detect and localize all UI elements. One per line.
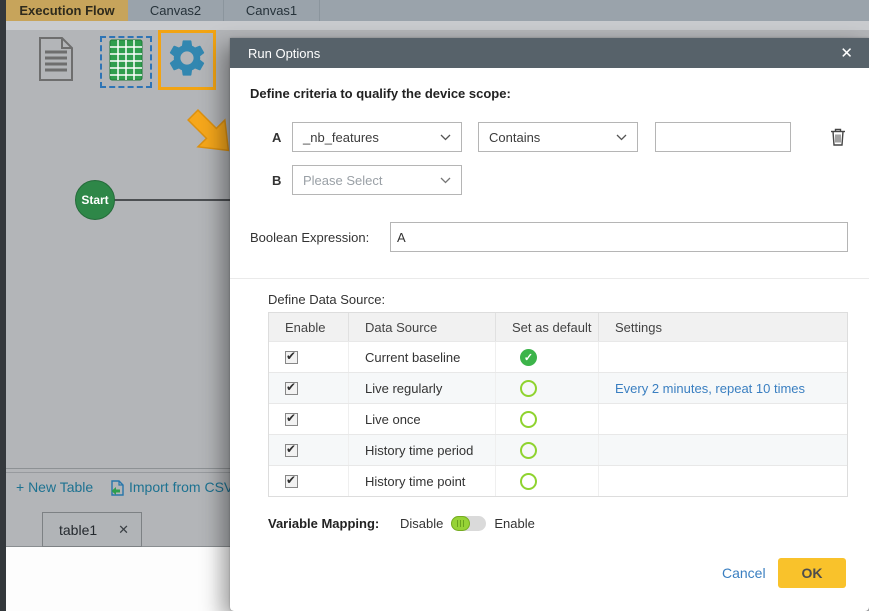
column-header-data-source: Data Source xyxy=(349,313,496,341)
annotation-arrow-icon xyxy=(183,106,237,169)
settings-cell xyxy=(599,342,847,372)
table1-tab-label: table1 xyxy=(59,522,97,538)
settings-link[interactable]: Every 2 minutes, repeat 10 times xyxy=(615,381,805,396)
criteria-row-b-label: B xyxy=(272,173,281,188)
dialog-header: Run Options ✕ xyxy=(230,38,869,68)
gear-icon xyxy=(165,36,209,85)
criteria-row-a-label: A xyxy=(272,130,281,145)
column-header-enable: Enable xyxy=(269,313,349,341)
toggle-knob xyxy=(451,516,470,531)
set-default-radio[interactable] xyxy=(520,411,537,428)
operator-select-a-value: Contains xyxy=(489,130,540,145)
tab-canvas1[interactable]: Canvas1 xyxy=(224,0,320,21)
enable-checkbox[interactable] xyxy=(285,413,298,426)
data-source-heading: Define Data Source: xyxy=(268,292,385,307)
chevron-down-icon xyxy=(440,134,451,141)
settings-cell xyxy=(599,435,847,465)
ok-button[interactable]: OK xyxy=(778,558,846,588)
data-source-table-header: Enable Data Source Set as default Settin… xyxy=(269,313,847,341)
data-source-name: Live regularly xyxy=(349,373,496,403)
set-default-radio[interactable] xyxy=(520,349,537,366)
enable-checkbox[interactable] xyxy=(285,444,298,457)
canvas-tabbar: Execution Flow Canvas2 Canvas1 xyxy=(6,0,869,21)
table-row-live-once: Live once xyxy=(269,403,847,434)
data-source-name: History time period xyxy=(349,435,496,465)
table-row-current-baseline: Current baseline xyxy=(269,341,847,372)
variable-mapping-toggle[interactable] xyxy=(451,516,486,531)
variable-mapping-label: Variable Mapping: xyxy=(268,516,400,531)
data-source-name: Current baseline xyxy=(349,342,496,372)
trash-icon[interactable] xyxy=(830,128,846,151)
tab-execution-flow[interactable]: Execution Flow xyxy=(6,0,128,21)
field-select-a-value: _nb_features xyxy=(303,130,379,145)
toolbar-strip xyxy=(6,21,869,30)
chevron-down-icon xyxy=(440,177,451,184)
table1-tab-close-icon[interactable]: ✕ xyxy=(118,522,129,538)
criteria-row-b: B Please Select xyxy=(230,165,869,195)
run-options-dialog: Run Options ✕ Define criteria to qualify… xyxy=(230,38,869,611)
enable-checkbox[interactable] xyxy=(285,351,298,364)
table-row-history-time-point: History time point xyxy=(269,465,847,496)
settings-cell xyxy=(599,404,847,434)
document-icon[interactable] xyxy=(38,37,74,86)
variable-mapping-disable-label: Disable xyxy=(400,516,443,531)
flow-connector-line xyxy=(113,199,232,201)
app-window: Execution Flow Canvas2 Canvas1 xyxy=(0,0,869,611)
data-source-name: Live once xyxy=(349,404,496,434)
table-tool-selection[interactable] xyxy=(100,36,152,88)
table1-tab[interactable]: table1 ✕ xyxy=(42,512,142,547)
dialog-title: Run Options xyxy=(248,46,320,61)
new-table-button[interactable]: + New Table xyxy=(16,479,93,495)
field-select-b[interactable]: Please Select xyxy=(292,165,462,195)
variable-mapping-row: Variable Mapping: Disable Enable xyxy=(268,515,535,532)
start-node[interactable]: Start xyxy=(75,180,115,220)
settings-cell xyxy=(599,466,847,496)
criteria-row-a: A _nb_features Contains xyxy=(230,122,869,152)
table-row-history-time-period: History time period xyxy=(269,434,847,465)
field-select-a[interactable]: _nb_features xyxy=(292,122,462,152)
table-content-area xyxy=(6,546,232,611)
section-separator xyxy=(230,278,869,279)
dialog-close-icon[interactable]: ✕ xyxy=(840,46,853,61)
left-rail xyxy=(0,0,6,611)
cancel-button[interactable]: Cancel xyxy=(722,565,766,581)
import-csv-icon xyxy=(109,480,125,501)
table-row-live-regularly: Live regularly Every 2 minutes, repeat 1… xyxy=(269,372,847,403)
set-default-radio[interactable] xyxy=(520,473,537,490)
tab-canvas2[interactable]: Canvas2 xyxy=(128,0,224,21)
variable-mapping-enable-label: Enable xyxy=(494,516,534,531)
chevron-down-icon xyxy=(616,134,627,141)
set-default-radio[interactable] xyxy=(520,380,537,397)
criteria-heading: Define criteria to qualify the device sc… xyxy=(250,86,511,101)
data-source-name: History time point xyxy=(349,466,496,496)
data-source-table: Enable Data Source Set as default Settin… xyxy=(268,312,848,497)
import-from-csv-button[interactable]: Import from CSV xyxy=(129,479,233,495)
boolean-expression-row: Boolean Expression: xyxy=(230,222,869,252)
enable-checkbox[interactable] xyxy=(285,475,298,488)
criteria-value-input[interactable] xyxy=(655,122,791,152)
column-header-set-as-default: Set as default xyxy=(496,313,599,341)
set-default-radio[interactable] xyxy=(520,442,537,459)
boolean-expression-input[interactable] xyxy=(390,222,848,252)
column-header-settings: Settings xyxy=(599,313,847,341)
boolean-expression-label: Boolean Expression: xyxy=(250,222,369,252)
enable-checkbox[interactable] xyxy=(285,382,298,395)
run-options-tool-highlight[interactable] xyxy=(158,30,216,90)
field-select-b-value: Please Select xyxy=(303,173,383,188)
table-icon xyxy=(109,39,143,86)
operator-select-a[interactable]: Contains xyxy=(478,122,638,152)
